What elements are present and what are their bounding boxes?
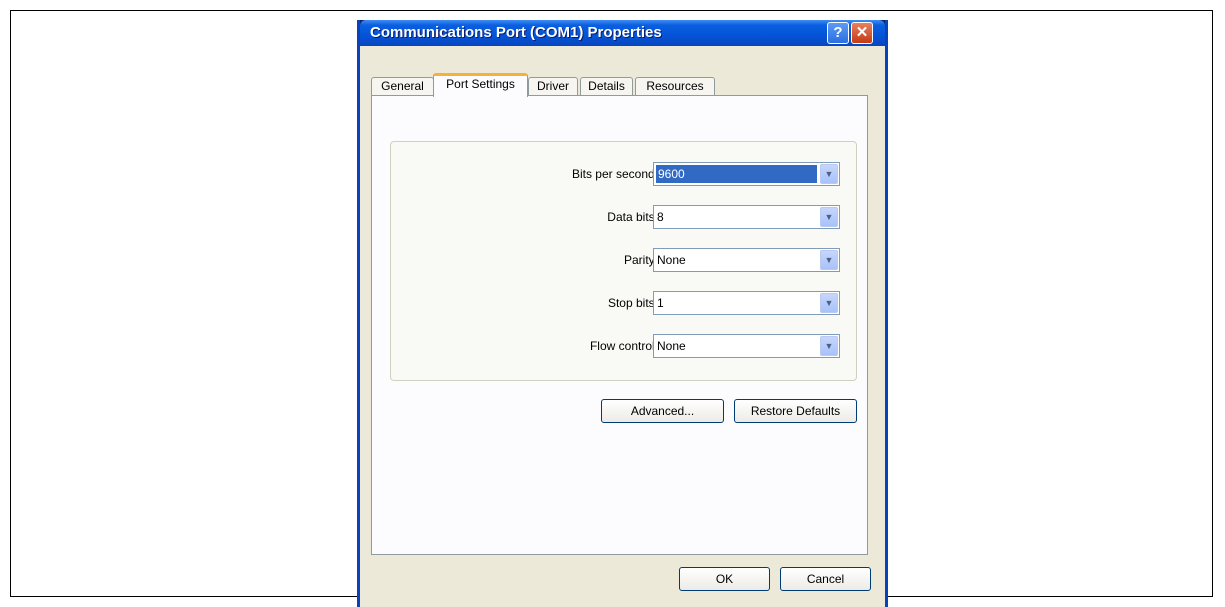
settings-group: Bits per second: 9600 ▼ Data bits: 8 ▼ P…: [390, 141, 857, 381]
tab-resources[interactable]: Resources: [635, 77, 715, 96]
help-button[interactable]: ?: [827, 22, 849, 44]
bits-per-second-label: Bits per second:: [571, 167, 658, 181]
parity-value: None: [657, 253, 686, 267]
port-settings-panel: Bits per second: 9600 ▼ Data bits: 8 ▼ P…: [371, 95, 868, 555]
cancel-button[interactable]: Cancel: [780, 567, 871, 591]
dialog-client-area: General Port Settings Driver Details Res…: [360, 46, 885, 607]
stop-bits-label: Stop bits:: [607, 296, 658, 310]
chevron-down-icon[interactable]: ▼: [820, 164, 838, 184]
tab-general[interactable]: General: [371, 77, 434, 96]
tab-details[interactable]: Details: [580, 77, 633, 96]
data-bits-value: 8: [657, 210, 664, 224]
parity-row: Parity: None ▼: [391, 248, 858, 274]
properties-dialog: Communications Port (COM1) Properties ? …: [357, 20, 888, 607]
chevron-down-icon[interactable]: ▼: [820, 336, 838, 356]
flow-control-label: Flow control:: [589, 339, 658, 353]
chevron-down-icon[interactable]: ▼: [820, 207, 838, 227]
flow-control-value: None: [657, 339, 686, 353]
flow-control-select[interactable]: None ▼: [653, 334, 840, 358]
chevron-down-icon[interactable]: ▼: [820, 293, 838, 313]
stop-bits-row: Stop bits: 1 ▼: [391, 291, 858, 317]
close-button[interactable]: ✕: [851, 22, 873, 44]
parity-select[interactable]: None ▼: [653, 248, 840, 272]
ok-button[interactable]: OK: [679, 567, 770, 591]
advanced-button[interactable]: Advanced...: [601, 399, 724, 423]
bits-per-second-select[interactable]: 9600 ▼: [653, 162, 840, 186]
data-bits-select[interactable]: 8 ▼: [653, 205, 840, 229]
flow-control-row: Flow control: None ▼: [391, 334, 858, 360]
stop-bits-select[interactable]: 1 ▼: [653, 291, 840, 315]
stop-bits-value: 1: [657, 296, 664, 310]
restore-defaults-button[interactable]: Restore Defaults: [734, 399, 857, 423]
data-bits-label: Data bits:: [607, 210, 658, 224]
data-bits-row: Data bits: 8 ▼: [391, 205, 858, 231]
chevron-down-icon[interactable]: ▼: [820, 250, 838, 270]
title-bar[interactable]: Communications Port (COM1) Properties ? …: [360, 20, 885, 46]
bits-per-second-value: 9600: [656, 165, 817, 183]
dialog-title: Communications Port (COM1) Properties: [370, 24, 662, 41]
tab-port-settings[interactable]: Port Settings: [433, 73, 528, 97]
bits-per-second-row: Bits per second: 9600 ▼: [391, 162, 858, 188]
tab-driver[interactable]: Driver: [528, 77, 578, 96]
